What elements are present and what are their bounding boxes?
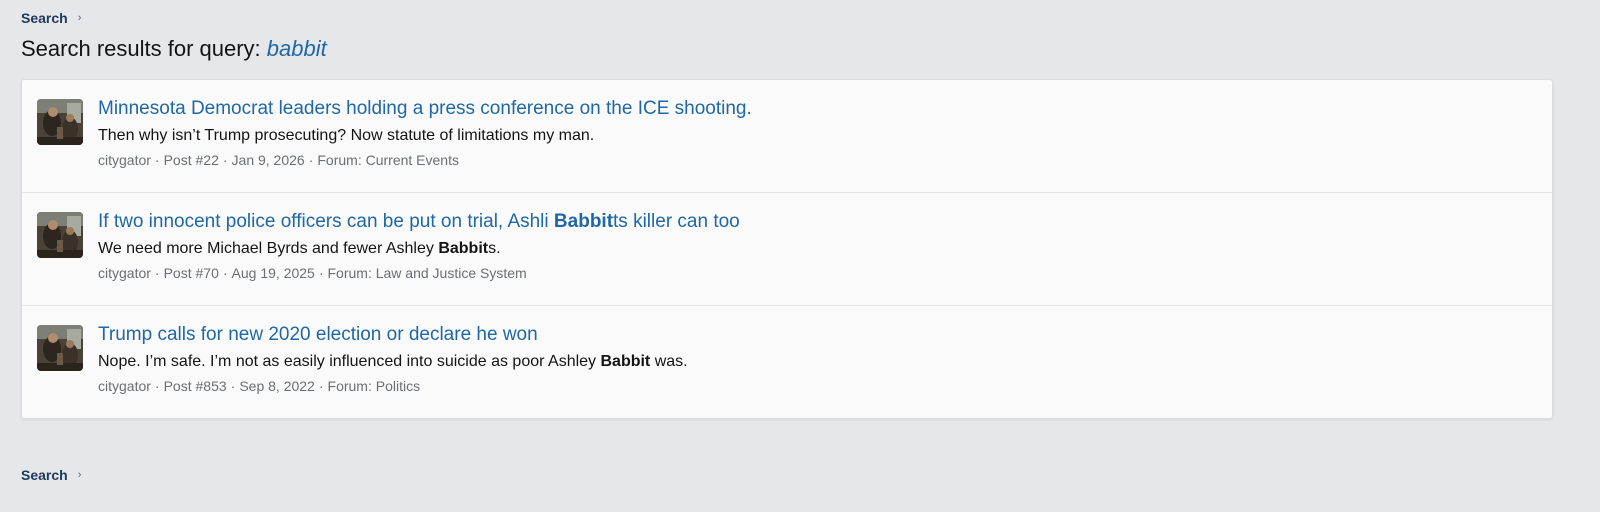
snippet-text-after: was. (650, 353, 688, 370)
user-avatar[interactable] (37, 212, 83, 258)
result-meta: citygator · Post #22 · Jan 9, 2026 · Forum: Cu… (98, 150, 1532, 170)
post-number-link[interactable]: Post #853 (164, 378, 227, 394)
meta-separator: · (318, 378, 324, 394)
user-avatar[interactable] (37, 99, 83, 145)
author-link[interactable]: citygator (98, 265, 151, 281)
page-title-prefix: Search results for query: (21, 36, 267, 61)
result-content: Minnesota Democrat leaders holding a pre… (98, 96, 1532, 170)
forum-link[interactable]: Forum: Law and Justice System (328, 265, 527, 281)
result-meta: citygator · Post #853 · Sep 8, 2022 · Forum: P… (98, 376, 1532, 396)
meta-separator: · (230, 378, 236, 394)
search-result-item: If two innocent police officers can be p… (22, 192, 1552, 305)
result-title-highlight: Babbit (553, 211, 614, 232)
result-snippet: We need more Michael Byrds and fewer Ash… (98, 238, 1532, 260)
result-title-text-after: ts killer can too (613, 211, 740, 232)
meta-separator: · (154, 378, 160, 394)
post-date[interactable]: Aug 19, 2025 (232, 265, 315, 281)
snippet-text: We need more Michael Byrds and fewer Ash… (98, 240, 439, 257)
snippet-text: Nope. I’m safe. I’m not as easily influe… (98, 353, 601, 370)
result-meta: citygator · Post #70 · Aug 19, 2025 · Forum: L… (98, 263, 1532, 283)
result-content: Trump calls for new 2020 election or dec… (98, 322, 1532, 396)
snippet-highlight: Babbit (600, 353, 651, 370)
post-date[interactable]: Sep 8, 2022 (239, 378, 315, 394)
page-title: Search results for query: babbit (21, 36, 327, 62)
result-snippet: Then why isn’t Trump prosecuting? Now st… (98, 125, 1532, 147)
meta-separator: · (318, 265, 324, 281)
result-title-text: If two innocent police officers can be p… (98, 211, 554, 232)
result-content: If two innocent police officers can be p… (98, 209, 1532, 283)
result-title-link[interactable]: If two innocent police officers can be p… (98, 209, 1532, 235)
breadcrumb-bottom: Search › (21, 467, 81, 483)
author-link[interactable]: citygator (98, 378, 151, 394)
result-title-text: Minnesota Democrat leaders holding a pre… (98, 98, 752, 119)
meta-separator: · (154, 265, 160, 281)
snippet-text-after: s. (488, 240, 501, 257)
result-title-text: Trump calls for new 2020 election or dec… (98, 324, 538, 345)
snippet-text: Then why isn’t Trump prosecuting? Now st… (98, 127, 595, 144)
chevron-right-icon: › (77, 468, 82, 481)
breadcrumb-top: Search › (21, 10, 81, 26)
meta-separator: · (222, 152, 228, 168)
result-title-link[interactable]: Minnesota Democrat leaders holding a pre… (98, 96, 1532, 122)
result-snippet: Nope. I’m safe. I’m not as easily influe… (98, 351, 1532, 373)
search-results-list: Minnesota Democrat leaders holding a pre… (21, 79, 1553, 419)
meta-separator: · (222, 265, 228, 281)
breadcrumb-search-link[interactable]: Search (21, 467, 68, 483)
result-title-link[interactable]: Trump calls for new 2020 election or dec… (98, 322, 1532, 348)
meta-separator: · (154, 152, 160, 168)
forum-link[interactable]: Forum: Current Events (317, 152, 459, 168)
breadcrumb-search-link[interactable]: Search (21, 10, 68, 26)
chevron-right-icon: › (77, 11, 82, 24)
search-result-item: Minnesota Democrat leaders holding a pre… (22, 80, 1552, 192)
meta-separator: · (308, 152, 314, 168)
snippet-highlight: Babbit (438, 240, 489, 257)
search-query: babbit (266, 36, 327, 61)
post-number-link[interactable]: Post #70 (164, 265, 219, 281)
forum-link[interactable]: Forum: Politics (328, 378, 421, 394)
post-date[interactable]: Jan 9, 2026 (232, 152, 305, 168)
search-result-item: Trump calls for new 2020 election or dec… (22, 305, 1552, 418)
author-link[interactable]: citygator (98, 152, 151, 168)
post-number-link[interactable]: Post #22 (164, 152, 219, 168)
user-avatar[interactable] (37, 325, 83, 371)
